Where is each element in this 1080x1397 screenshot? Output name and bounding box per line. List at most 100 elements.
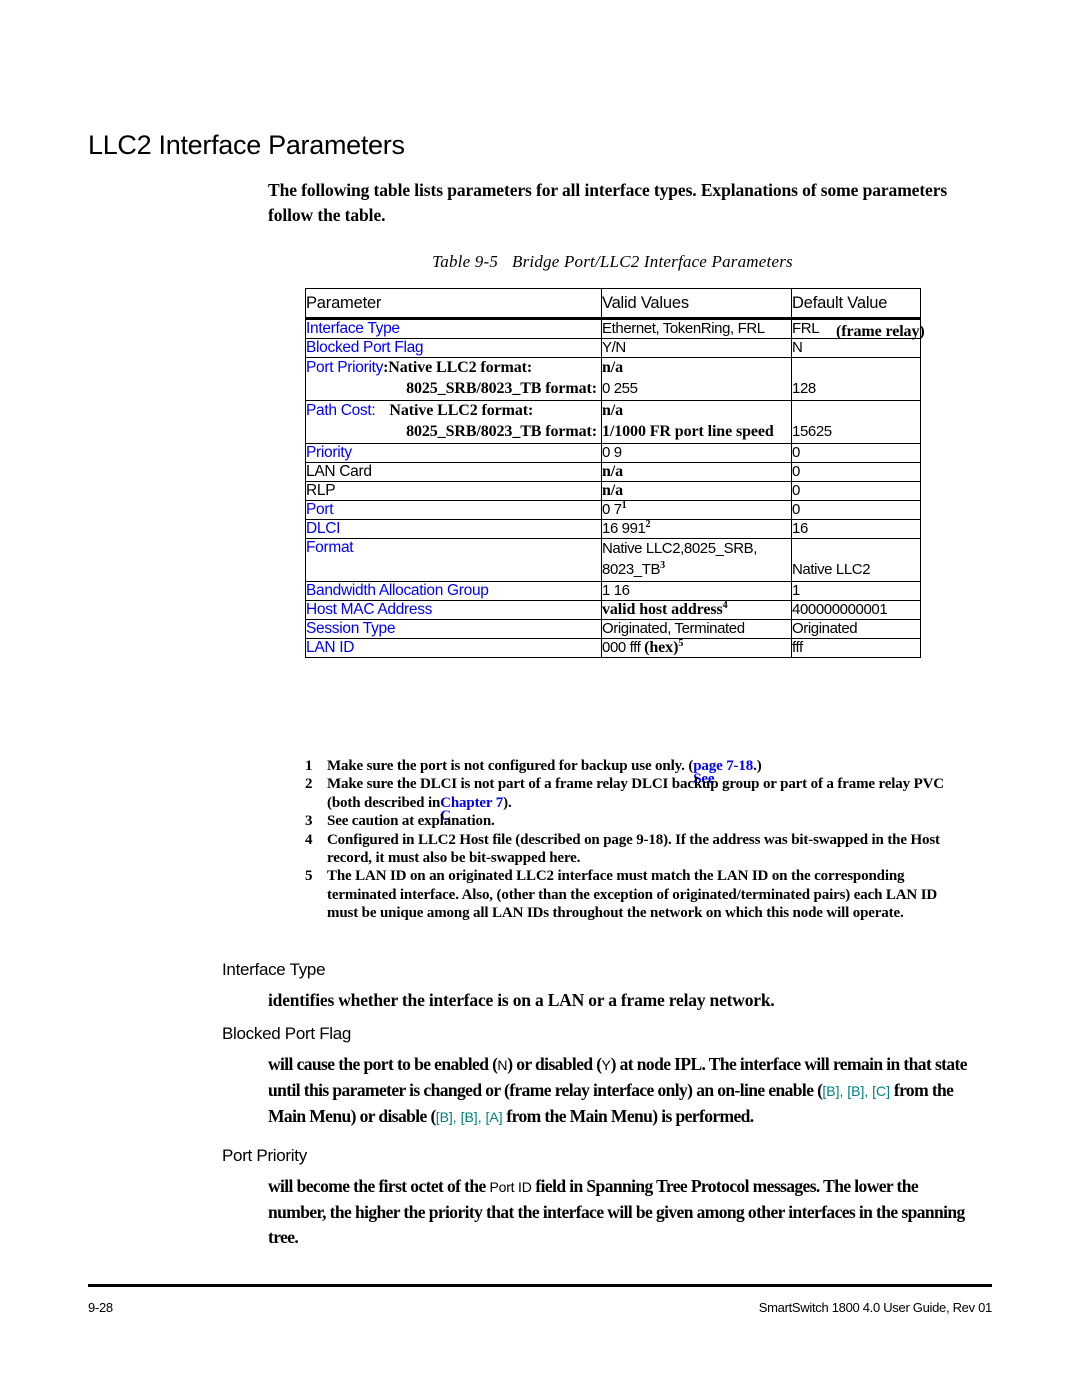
footnote-ref: 1 xyxy=(621,500,627,511)
table-row: Port 0 71 0 xyxy=(305,500,921,520)
param-name: Format xyxy=(306,539,354,556)
value-n: N xyxy=(497,1057,508,1073)
default-value: 0 xyxy=(792,501,800,518)
default-value: 1 xyxy=(792,582,800,599)
footer-doc-title: SmartSwitch 1800 4.0 User Guide, Rev 01 xyxy=(758,1300,993,1315)
section-body-blocked-port-flag: will cause the port to be enabled (N) or… xyxy=(268,1052,968,1130)
valid-values: 16 991 xyxy=(602,520,646,537)
page-title: LLC2 Interface Parameters xyxy=(88,130,405,161)
footnote-text: Make sure the port is not configured for… xyxy=(327,758,694,774)
value-y: Y xyxy=(601,1057,611,1073)
section-term-interface-type: Interface Type xyxy=(222,960,326,979)
default-value: 16 xyxy=(792,520,808,537)
table-row: Session Type Originated, Terminated Orig… xyxy=(305,619,921,639)
table-row: Format Native LLC2,8025_SRB, 8023_TB3 Na… xyxy=(305,538,921,582)
param-name: DLCI xyxy=(306,520,341,537)
section-body-text: will cause the port to be enabled ( xyxy=(268,1054,498,1074)
footnote-ref: 4 xyxy=(722,600,728,611)
valid-values: Originated, Terminated xyxy=(602,620,745,637)
footnote-number: 4 xyxy=(305,831,313,848)
footnote-item: 4 Configured in LLC2 Host file (described… xyxy=(305,831,965,868)
table-row: Blocked Port Flag Y/N N xyxy=(305,338,921,358)
param-subformat-label: 8025_SRB/8023_TB format: xyxy=(406,380,597,397)
section-term-port-priority: Port Priority xyxy=(222,1146,307,1165)
valid-values: 1/1000 FR port line speed xyxy=(602,423,774,440)
valid-values: 1 16 xyxy=(602,582,630,599)
default-value: fff xyxy=(792,639,803,656)
footnote-item: 3 See caution at explanation. xyxy=(305,812,965,830)
intro-paragraph: The following table lists parameters for… xyxy=(268,179,948,225)
footnote-number: 3 xyxy=(305,813,313,830)
table-row: Bandwidth Allocation Group 1 16 1 xyxy=(305,581,921,601)
valid-values: 000 fff xyxy=(602,639,641,656)
key-sequence-enable: [B], [B], [C] xyxy=(822,1083,891,1099)
footnote-ref: 5 xyxy=(678,638,683,649)
footnote-item: 1 Make sure the port is not configured fo… xyxy=(305,757,965,787)
valid-values: valid host address xyxy=(602,601,723,618)
default-value: 128 xyxy=(792,380,816,397)
table-row: RLP n/a 0 xyxy=(305,481,921,501)
footnote-text: Configured in LLC2 Host file (described … xyxy=(327,831,940,867)
section-body-port-priority: will become the first octet of the Port … xyxy=(268,1174,968,1250)
param-suffix: : xyxy=(371,402,376,419)
footnote-text: The LAN ID on an originated LLC2 interfa… xyxy=(327,868,938,922)
param-subformat-label: Native LLC2 format: xyxy=(389,402,534,419)
valid-values: 0 255 xyxy=(602,380,638,397)
param-subformat-label: 8025_SRB/8023_TB format: xyxy=(406,423,597,440)
footnote-text-tail: ). xyxy=(503,794,512,811)
default-value: Originated xyxy=(792,620,858,637)
column-header-valid-values: Valid Values xyxy=(601,288,792,320)
valid-values: 8023_TB xyxy=(602,561,661,578)
footnote-item: 5 The LAN ID on an originated LLC2 interf… xyxy=(305,867,965,922)
table-row: Interface Type Ethernet, TokenRing, FRL … xyxy=(305,318,925,340)
section-body-text: from the Main Menu) is performed. xyxy=(502,1106,754,1126)
footnote-number: 2 xyxy=(305,776,313,793)
parameters-table-wrapper: Parameter Valid Values Default Value Int… xyxy=(305,288,925,658)
default-value: Native LLC2 xyxy=(792,561,871,578)
param-name: Priority xyxy=(306,444,352,461)
footnote-number: 5 xyxy=(305,868,313,885)
param-name: Session Type xyxy=(306,620,396,637)
default-value: FRL xyxy=(792,320,820,337)
param-name: Port xyxy=(306,501,334,518)
footnote-text-tail: .) xyxy=(753,758,762,774)
footnote-ref: 2 xyxy=(645,519,651,530)
param-name: Host MAC Address xyxy=(306,601,433,618)
default-value-note: (frame relay) xyxy=(836,323,925,340)
column-header-default-value: Default Value xyxy=(791,288,921,320)
footnote-number: 1 xyxy=(305,758,313,774)
document-page: LLC2 Interface Parameters The following … xyxy=(0,0,1080,1397)
default-value: 15625 xyxy=(792,423,832,440)
table-row: Path Cost: Native LLC2 format: 8025_SRB/… xyxy=(305,400,921,444)
param-name: Bandwidth Allocation Group xyxy=(306,582,489,599)
valid-values: Ethernet, TokenRing, FRL xyxy=(602,320,765,337)
table-caption: Table 9-5 Bridge Port/LLC2 Interface Para… xyxy=(305,252,920,272)
key-sequence-disable: [B], [B], [A] xyxy=(435,1109,503,1125)
param-name: Interface Type xyxy=(306,320,400,337)
footnote-text: Make sure the DLCI is not part of a fram… xyxy=(327,776,944,811)
table-row: DLCI 16 9912 16 xyxy=(305,519,921,539)
footnote-item: 2 Make sure the DLCI is not part of a fra… xyxy=(305,775,965,823)
footnote-ref: 3 xyxy=(660,560,665,571)
table-footnotes: 1 Make sure the port is not configured fo… xyxy=(305,757,965,923)
default-value: 0 xyxy=(792,463,800,480)
footer-divider xyxy=(88,1284,992,1287)
param-name: Blocked Port Flag xyxy=(306,339,424,356)
valid-values-note: (hex) xyxy=(644,639,679,656)
table-row: Host MAC Address valid host address4 400… xyxy=(305,600,921,620)
param-name: LAN ID xyxy=(306,639,355,656)
footer-page-number: 9-28 xyxy=(88,1300,113,1315)
section-body-text: identifies whether the interface is on a… xyxy=(268,990,775,1010)
param-name: LAN Card xyxy=(306,463,372,480)
default-value xyxy=(792,401,920,422)
valid-values: 0 9 xyxy=(602,444,622,461)
table-caption-text: Bridge Port/LLC2 Interface Parameters xyxy=(512,252,793,271)
ui-field-name: Port ID xyxy=(489,1179,532,1195)
param-name: RLP xyxy=(306,482,336,499)
valid-values: Y/N xyxy=(602,339,626,356)
param-name: Port Priority xyxy=(306,359,384,376)
valid-values: n/a xyxy=(602,482,624,499)
table-row: LAN ID 000 fff (hex)5 fff xyxy=(305,638,921,658)
table-row: LAN Card n/a 0 xyxy=(305,462,921,482)
footnote-text: See caution at explanation. xyxy=(327,813,495,830)
